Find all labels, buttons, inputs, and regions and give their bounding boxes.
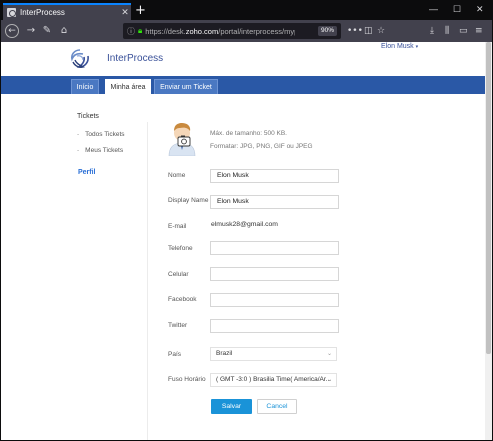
chevron-down-icon[interactable]: ⌄ xyxy=(327,374,332,386)
info-icon[interactable]: ⓘ xyxy=(127,26,135,37)
sidebar-title: Tickets xyxy=(77,113,99,120)
portal-nav: Início Minha área Enviar um Ticket xyxy=(1,76,485,94)
close-tab-icon[interactable]: ✕ xyxy=(119,8,131,18)
celular-field[interactable] xyxy=(210,267,339,281)
divider xyxy=(147,122,148,440)
email-value: elmusk28@gmail.com xyxy=(211,221,278,228)
user-menu[interactable]: Elon Musk ▾ xyxy=(381,43,418,50)
zoom-level[interactable]: 90% xyxy=(317,26,337,36)
browser-window: InterProcess ✕ + — ☐ ✕ ← → ✎ ⌂ ⓘ 🔒︎ http… xyxy=(0,0,493,441)
scrollbar[interactable] xyxy=(485,42,492,440)
chevron-down-icon[interactable]: ▾ xyxy=(416,44,419,50)
sidebar-toggle-icon[interactable]: ▭ xyxy=(459,25,468,37)
fuso-horario-label: Fuso Horário xyxy=(168,376,206,383)
facebook-label: Facebook xyxy=(168,296,197,303)
fuso-horario-select[interactable]: ( GMT -3:0 ) Brasilia Time( America/Ar..… xyxy=(210,373,337,387)
pais-label: País xyxy=(168,351,182,358)
browser-toolbar: ← → ✎ ⌂ ⓘ 🔒︎ https://desk.zoho.com/porta… xyxy=(1,20,492,42)
page-content: InterProcess Elon Musk ▾ Início Minha ár… xyxy=(1,42,485,440)
download-icon[interactable]: ⤓ xyxy=(430,25,434,37)
library-icon[interactable]: ⫼ xyxy=(445,25,449,37)
maximize-icon[interactable]: ☐ xyxy=(453,4,461,15)
more-actions-icon[interactable]: ••• xyxy=(347,25,363,37)
sidebar-item-todos-tickets[interactable]: - Todos Tickets xyxy=(77,131,125,138)
interprocess-logo-icon xyxy=(71,49,89,68)
url-text[interactable]: https://desk.zoho.com/portal/interproces… xyxy=(145,27,295,36)
url-bar[interactable]: ⓘ 🔒︎ https://desk.zoho.com/portal/interp… xyxy=(123,23,341,39)
wrench-icon[interactable]: ✎ xyxy=(40,24,54,38)
portal-header: InterProcess Elon Musk ▾ xyxy=(1,42,485,76)
zoho-favicon-icon xyxy=(7,8,16,17)
browser-tab[interactable]: InterProcess ✕ xyxy=(3,3,131,20)
display-name-field[interactable]: Elon Musk xyxy=(210,195,339,209)
avatar[interactable] xyxy=(165,118,199,156)
twitter-label: Twitter xyxy=(168,322,188,329)
photo-size-hint: Máx. de tamanho: 500 KB. xyxy=(210,130,287,137)
cancel-button[interactable]: Cancel xyxy=(257,399,297,414)
tab-title: InterProcess xyxy=(20,8,65,17)
back-arrow-icon[interactable]: ← xyxy=(5,24,19,38)
tab-inicio[interactable]: Início xyxy=(71,79,99,94)
chevron-down-icon[interactable]: ⌄ xyxy=(327,348,332,360)
display-name-label: Display Name xyxy=(168,197,209,204)
sidebar-item-perfil[interactable]: Perfil xyxy=(78,169,96,176)
minimize-icon[interactable]: — xyxy=(429,4,438,14)
camera-icon xyxy=(177,136,191,147)
home-icon[interactable]: ⌂ xyxy=(57,24,71,38)
tab-strip: InterProcess ✕ + — ☐ ✕ xyxy=(1,1,492,20)
bookmark-star-icon[interactable]: ☆ xyxy=(377,25,385,37)
pais-select[interactable]: Brazil ⌄ xyxy=(210,347,337,361)
tab-enviar-ticket[interactable]: Enviar um Ticket xyxy=(154,79,218,94)
close-window-icon[interactable]: ✕ xyxy=(476,4,484,15)
email-label: E-mail xyxy=(168,223,187,230)
telefone-field[interactable] xyxy=(210,241,339,255)
telefone-label: Telefone xyxy=(168,245,193,252)
celular-label: Celular xyxy=(168,271,189,278)
save-button[interactable]: Salvar xyxy=(211,399,252,414)
nome-label: Nome xyxy=(168,172,186,179)
user-name[interactable]: Elon Musk xyxy=(381,43,414,50)
scrollbar-thumb[interactable] xyxy=(486,42,491,354)
lock-icon[interactable]: 🔒︎ xyxy=(138,26,142,36)
brand-name: InterProcess xyxy=(107,53,164,64)
pocket-icon[interactable]: ◫ xyxy=(364,25,373,37)
tab-minha-area[interactable]: Minha área xyxy=(105,79,151,94)
forward-arrow-icon[interactable]: → xyxy=(24,24,38,38)
nome-field[interactable]: Elon Musk xyxy=(210,169,339,183)
facebook-field[interactable] xyxy=(210,293,339,307)
photo-format-hint: Formatar: JPG, PNG, GIF ou JPEG xyxy=(210,143,313,150)
twitter-field[interactable] xyxy=(210,319,339,333)
hamburger-menu-icon[interactable]: ≡ xyxy=(475,25,483,37)
sidebar-item-meus-tickets[interactable]: - Meus Tickets xyxy=(77,147,123,154)
new-tab-button[interactable]: + xyxy=(135,3,146,18)
